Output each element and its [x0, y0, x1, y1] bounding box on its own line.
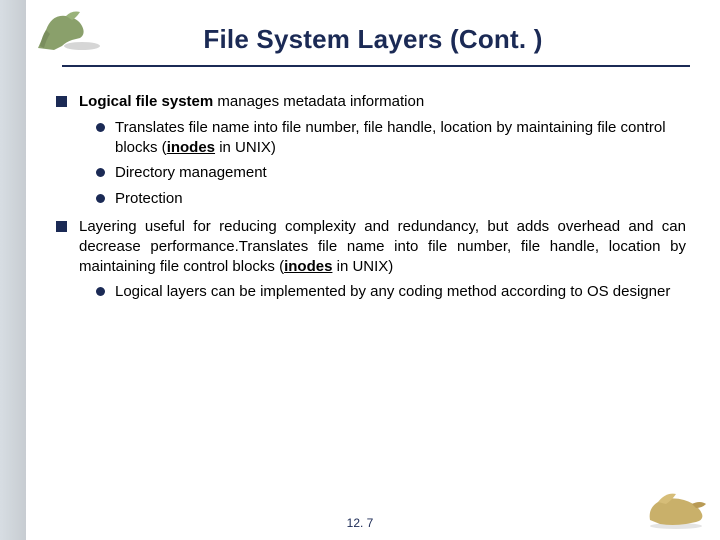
text-run: in UNIX) [215, 139, 276, 156]
circle-bullet-icon [96, 287, 105, 296]
slide-title: File System Layers (Cont. ) [56, 24, 690, 55]
bullet-level1: Logical file system manages metadata inf… [56, 92, 686, 112]
circle-bullet-icon [96, 194, 105, 203]
bullet-text: Protection [115, 189, 686, 209]
bullet-level2: Protection [96, 189, 686, 209]
bullet-text: Layering useful for reducing complexity … [79, 217, 686, 276]
inodes-term: inodes [167, 139, 215, 156]
left-sidebar-strip [0, 0, 26, 540]
bullet-text: Logical layers can be implemented by any… [115, 282, 686, 302]
slide-number: 12. 7 [0, 516, 720, 530]
bullet-level1: Layering useful for reducing complexity … [56, 217, 686, 276]
header: File System Layers (Cont. ) [26, 0, 720, 77]
sub-bullet-group: Logical layers can be implemented by any… [96, 282, 686, 302]
circle-bullet-icon [96, 168, 105, 177]
bullet-level2: Logical layers can be implemented by any… [96, 282, 686, 302]
bullet-text: Translates file name into file number, f… [115, 118, 686, 158]
bullet-text: Directory management [115, 163, 686, 183]
title-underline [62, 65, 690, 67]
square-bullet-icon [56, 96, 67, 107]
text-run: in UNIX) [332, 258, 393, 275]
dinosaur-bottom-right-icon [642, 486, 710, 530]
content-area: Logical file system manages metadata inf… [56, 84, 686, 308]
circle-bullet-icon [96, 123, 105, 132]
bullet-level2: Directory management [96, 163, 686, 183]
bullet-level2: Translates file name into file number, f… [96, 118, 686, 158]
text-run: manages metadata information [213, 93, 424, 110]
bullet-text: Logical file system manages metadata inf… [79, 92, 686, 112]
slide: File System Layers (Cont. ) Logical file… [0, 0, 720, 540]
square-bullet-icon [56, 221, 67, 232]
inodes-term: inodes [284, 258, 332, 275]
emphasis-text: Logical file system [79, 93, 213, 110]
sub-bullet-group: Translates file name into file number, f… [96, 118, 686, 209]
